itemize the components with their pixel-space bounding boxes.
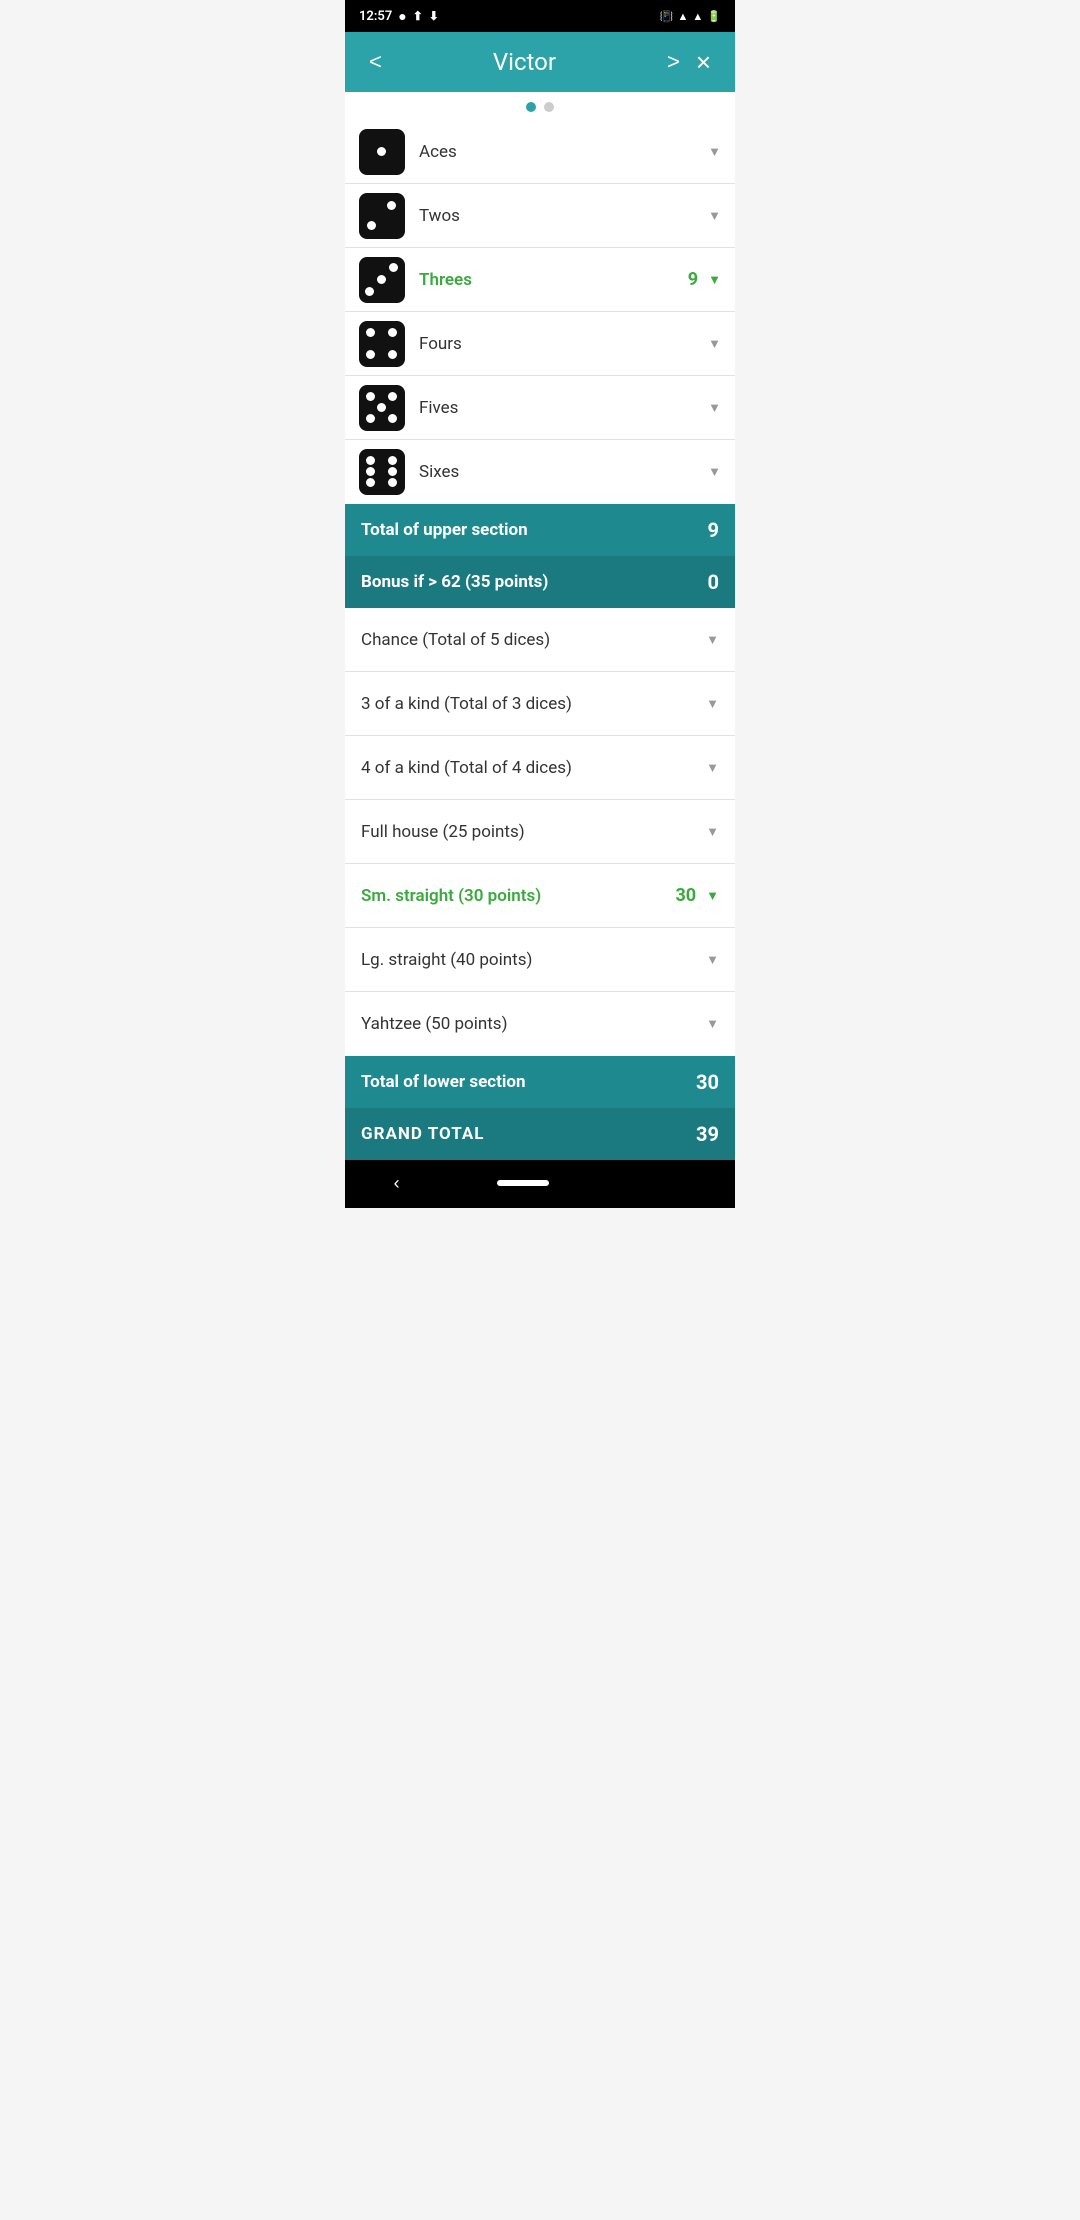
sm-straight-row[interactable]: Sm. straight (30 points) 30 ▼ (345, 864, 735, 928)
sixes-chevron: ▼ (708, 464, 721, 480)
chance-label: Chance (Total of 5 dices) (361, 630, 702, 650)
lower-total-value: 30 (696, 1070, 719, 1094)
page-title: Victor (390, 48, 659, 76)
fives-chevron: ▼ (708, 400, 721, 416)
twos-dice-icon (359, 193, 405, 239)
yahtzee-row[interactable]: Yahtzee (50 points) ▼ (345, 992, 735, 1056)
sm-straight-label: Sm. straight (30 points) (361, 886, 675, 906)
grand-total-row: GRAND TOTAL 39 (345, 1108, 735, 1160)
upper-total-label: Total of upper section (361, 520, 528, 540)
three-kind-label: 3 of a kind (Total of 3 dices) (361, 694, 702, 714)
upper-total-value: 9 (708, 518, 719, 542)
sixes-label: Sixes (419, 462, 704, 482)
forward-button[interactable]: > (659, 43, 688, 81)
close-button[interactable]: × (688, 41, 719, 83)
threes-row[interactable]: Threes 9 ▼ (345, 248, 735, 312)
fours-label: Fours (419, 334, 704, 354)
dot-1 (526, 102, 536, 112)
full-house-row[interactable]: Full house (25 points) ▼ (345, 800, 735, 864)
threes-score: 9 (688, 269, 698, 290)
status-bar: 12:57 ● ⬆ ⬇ 📳 ▲ ▲ 🔋 (345, 0, 735, 32)
nav-bar: ‹ (345, 1160, 735, 1208)
aces-chevron: ▼ (708, 144, 721, 160)
upload-icon: ⬆ (413, 9, 423, 23)
full-house-label: Full house (25 points) (361, 822, 702, 842)
grand-total-value: 39 (696, 1122, 719, 1146)
threes-label: Threes (419, 270, 688, 290)
fives-dice-icon (359, 385, 405, 431)
threes-dice-icon (359, 257, 405, 303)
sixes-dice-icon (359, 449, 405, 495)
lg-straight-chevron: ▼ (706, 952, 719, 968)
threes-chevron: ▼ (708, 272, 721, 288)
three-kind-chevron: ▼ (706, 696, 719, 712)
chance-row[interactable]: Chance (Total of 5 dices) ▼ (345, 608, 735, 672)
home-indicator[interactable] (497, 1180, 549, 1186)
chance-chevron: ▼ (706, 632, 719, 648)
status-left: 12:57 ● ⬆ ⬇ (359, 8, 439, 25)
status-right: 📳 ▲ ▲ 🔋 (660, 10, 721, 23)
lower-total-row: Total of lower section 30 (345, 1056, 735, 1108)
fives-label: Fives (419, 398, 704, 418)
fours-row[interactable]: Fours ▼ (345, 312, 735, 376)
dot-2 (544, 102, 554, 112)
lower-total-label: Total of lower section (361, 1072, 526, 1092)
yahtzee-chevron: ▼ (706, 1016, 719, 1032)
bonus-value: 0 (708, 570, 719, 594)
fours-dice-icon (359, 321, 405, 367)
vibrate-icon: 📳 (660, 10, 674, 23)
lg-straight-row[interactable]: Lg. straight (40 points) ▼ (345, 928, 735, 992)
bonus-label: Bonus if > 62 (35 points) (361, 572, 548, 592)
full-house-chevron: ▼ (706, 824, 719, 840)
four-kind-chevron: ▼ (706, 760, 719, 776)
twos-row[interactable]: Twos ▼ (345, 184, 735, 248)
lg-straight-label: Lg. straight (40 points) (361, 950, 702, 970)
download-icon: ⬇ (429, 9, 439, 23)
aces-label: Aces (419, 142, 704, 162)
sixes-row[interactable]: Sixes ▼ (345, 440, 735, 504)
three-kind-row[interactable]: 3 of a kind (Total of 3 dices) ▼ (345, 672, 735, 736)
wifi-icon: ▲ (678, 10, 689, 23)
pagination-dots (345, 92, 735, 120)
bonus-row: Bonus if > 62 (35 points) 0 (345, 556, 735, 608)
four-kind-row[interactable]: 4 of a kind (Total of 4 dices) ▼ (345, 736, 735, 800)
sm-straight-score: 30 (675, 885, 696, 906)
twos-chevron: ▼ (708, 208, 721, 224)
twos-label: Twos (419, 206, 704, 226)
fours-chevron: ▼ (708, 336, 721, 352)
yahtzee-label: Yahtzee (50 points) (361, 1014, 702, 1034)
whatsapp-icon: ● (398, 8, 406, 25)
upper-total-row: Total of upper section 9 (345, 504, 735, 556)
header: < Victor > × (345, 32, 735, 92)
time-display: 12:57 (359, 9, 392, 24)
system-back-button[interactable]: ‹ (394, 1173, 400, 1194)
four-kind-label: 4 of a kind (Total of 4 dices) (361, 758, 702, 778)
back-button[interactable]: < (361, 43, 390, 81)
sm-straight-chevron: ▼ (706, 888, 719, 904)
signal-icon: ▲ (692, 10, 703, 23)
grand-total-label: GRAND TOTAL (361, 1124, 484, 1144)
lower-section-list: Chance (Total of 5 dices) ▼ 3 of a kind … (345, 608, 735, 1056)
fives-row[interactable]: Fives ▼ (345, 376, 735, 440)
aces-dice-icon (359, 129, 405, 175)
aces-row[interactable]: Aces ▼ (345, 120, 735, 184)
battery-icon: 🔋 (707, 10, 721, 23)
upper-section-list: Aces ▼ Twos ▼ Threes 9 ▼ Fou (345, 120, 735, 504)
